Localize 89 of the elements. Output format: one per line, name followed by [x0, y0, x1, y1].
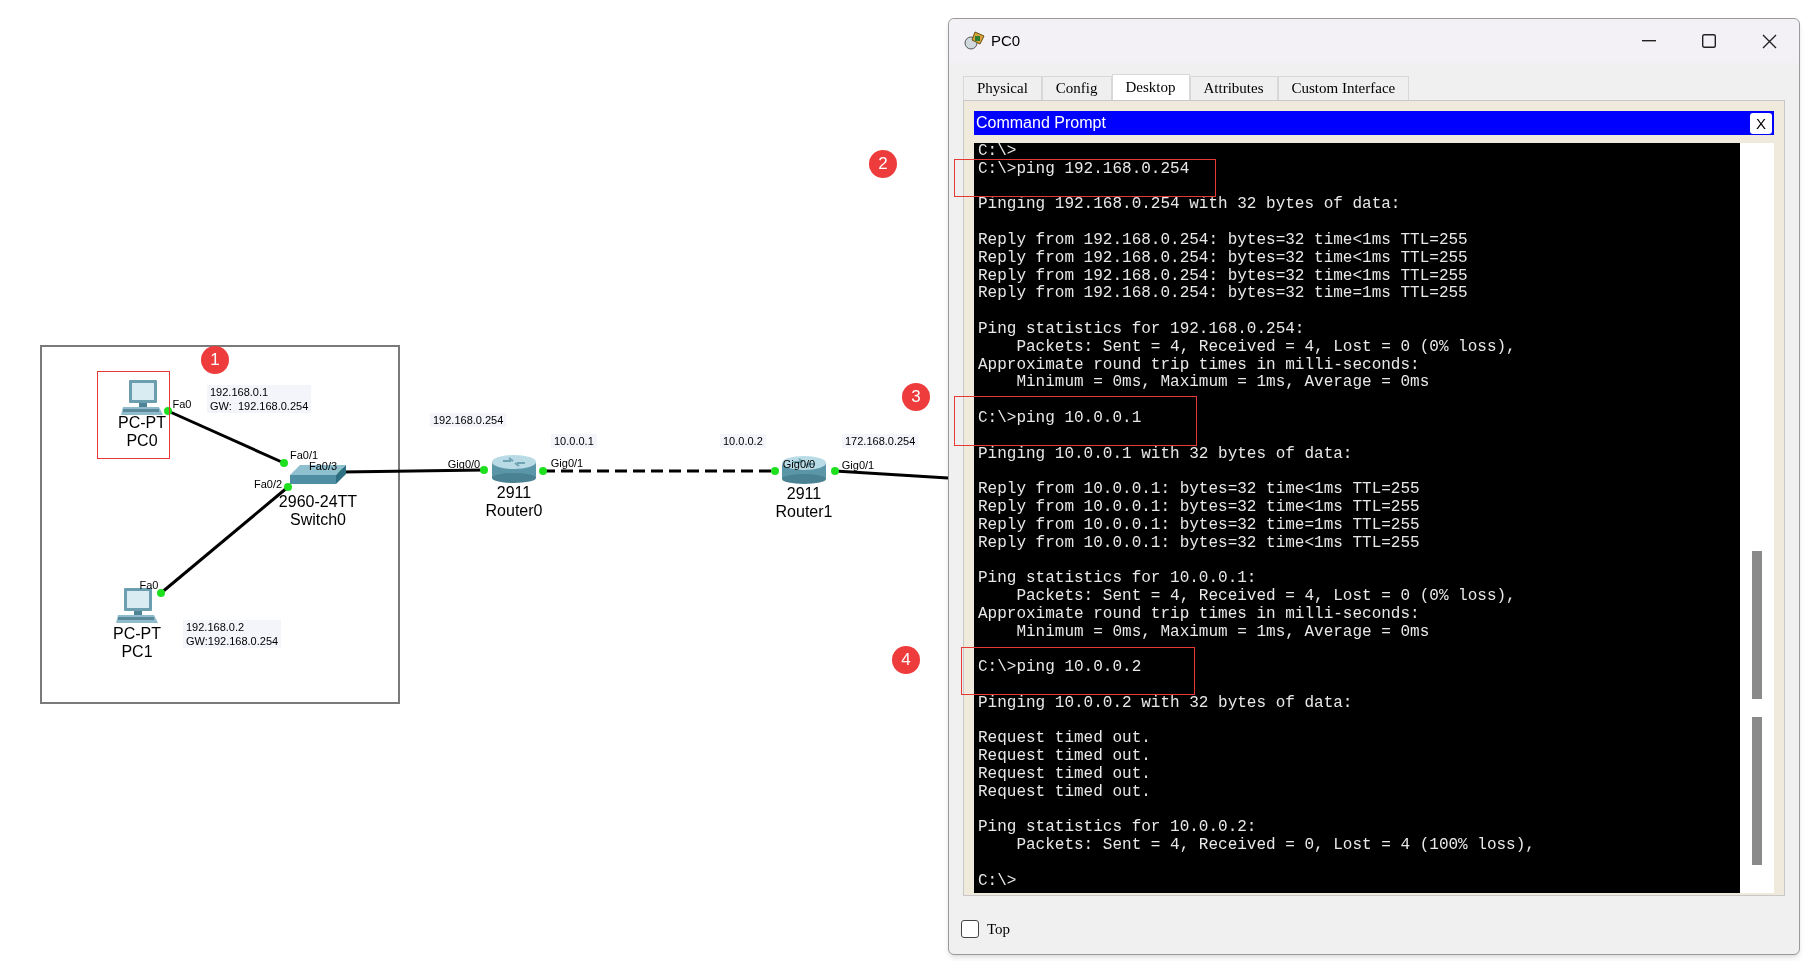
switch-icon[interactable]: [290, 463, 346, 485]
port-label: Fa0/1: [289, 449, 319, 461]
device-name: Router1: [775, 503, 833, 521]
device-model: 2911: [496, 484, 532, 502]
terminal-line: Packets: Sent = 4, Received = 4, Lost = 0 (0% loss),: [1015, 587, 1516, 606]
port-label: Gig0/0: [782, 458, 816, 470]
terminal-line: Reply from 10.0.0.1: bytes=32 time<1ms TTL=255: [978, 481, 1420, 499]
device-name: PC1: [121, 643, 153, 661]
terminal-line: Minimum = 0ms, Maximum = 1ms, Average = 0ms: [1015, 374, 1430, 393]
tab[interactable]: Physical: [963, 76, 1042, 100]
device-model: 2911: [786, 485, 822, 503]
link-light-icon: [157, 589, 165, 597]
device-name: Router0: [485, 502, 543, 520]
port-label: Fa0: [139, 579, 159, 591]
computer-icon[interactable]: [116, 587, 158, 625]
terminal-line: Pinging 10.0.0.2 with 32 bytes of data:: [978, 694, 1353, 713]
tab[interactable]: Custom Interface: [1277, 76, 1410, 100]
terminal-line: Request timed out.: [978, 765, 1151, 784]
port-label: Gig0/1: [841, 459, 875, 471]
terminal-line: Reply from 10.0.0.1: bytes=32 time=1ms TTL=255: [978, 516, 1420, 535]
address-text: 172.168.0.254: [845, 434, 916, 448]
terminal-line: Reply from 192.168.0.254: bytes=32 time=1ms TTL=255: [978, 285, 1468, 304]
tab[interactable]: Config: [1041, 76, 1112, 100]
terminal-line: Approximate round trip times in milli-seconds:: [978, 356, 1420, 374]
address-text: 192.168.0.2: [186, 620, 246, 634]
device-model: PC-PT: [118, 414, 166, 432]
device-model: 2960-24TT: [278, 493, 358, 511]
address-text: 10.0.0.2: [723, 434, 763, 448]
port-label: Gig0/0: [447, 458, 481, 470]
step-marker: 4: [892, 646, 920, 674]
terminal-line: C:\>: [978, 872, 1017, 891]
address-text: GW:192.168.0.254: [186, 634, 279, 648]
address-text: 192.168.0.1: [210, 385, 270, 399]
terminal-line: Reply from 192.168.0.254: bytes=32 time<1ms TTL=255: [978, 267, 1468, 285]
terminal-line: C:\>ping 192.168.0.254: [978, 160, 1190, 179]
device-model: PC-PT: [113, 625, 161, 643]
terminal-line: Reply from 192.168.0.254: bytes=32 time<1ms TTL=255: [978, 249, 1468, 268]
computer-icon[interactable]: [121, 379, 163, 417]
terminal-line: Ping statistics for 10.0.0.1:: [978, 570, 1257, 588]
checkbox[interactable]: [961, 920, 979, 939]
checkbox-label: Top: [987, 920, 1011, 939]
link-light-icon: [480, 466, 488, 474]
terminal-line: Approximate round trip times in milli-seconds:: [978, 605, 1420, 624]
terminal-line: Packets: Sent = 4, Received = 0, Lost = 4 (100% loss),: [1015, 837, 1535, 855]
link-light-icon: [284, 483, 292, 491]
port-label: Fa0: [172, 398, 192, 410]
port-label: Fa0/3: [308, 460, 338, 472]
router-icon[interactable]: [781, 454, 827, 484]
step-marker: 1: [201, 346, 229, 374]
terminal-line: Request timed out.: [978, 783, 1151, 802]
port-label: Fa0/2: [253, 478, 283, 490]
terminal-line: C:\>ping 10.0.0.2: [978, 659, 1142, 677]
tab[interactable]: Desktop: [1111, 74, 1190, 100]
terminal-line: Ping statistics for 10.0.0.2:: [978, 819, 1257, 837]
terminal-line: Packets: Sent = 4, Received = 4, Lost = 0 (0% loss),: [1015, 338, 1516, 357]
tab[interactable]: Attributes: [1189, 76, 1278, 100]
link-light-icon: [771, 467, 779, 475]
maximize-icon: [1702, 34, 1716, 48]
close-icon: [1761, 33, 1777, 49]
terminal-line: Request timed out.: [978, 748, 1151, 766]
device-name: Switch0: [290, 511, 346, 529]
step-marker: 3: [902, 383, 930, 411]
terminal-line: C:\>: [978, 143, 1017, 161]
minimize-icon: [1642, 40, 1656, 42]
terminal-line: Reply from 10.0.0.1: bytes=32 time<1ms TTL=255: [978, 534, 1420, 553]
link-light-icon: [164, 407, 172, 415]
terminal-line: Request timed out.: [978, 730, 1151, 748]
terminal-line: C:\>ping 10.0.0.1: [978, 409, 1142, 428]
app-title: Command Prompt: [976, 113, 1106, 133]
terminal-line: Reply from 192.168.0.254: bytes=32 time<1ms TTL=255: [978, 232, 1468, 250]
port-label: Gig0/1: [550, 457, 584, 469]
address-text: 10.0.0.1: [554, 434, 594, 448]
window-title: PC0: [991, 30, 1021, 51]
device-name: PC0: [126, 432, 158, 450]
link-light-icon: [831, 467, 839, 475]
app-close-button[interactable]: X: [1750, 112, 1772, 134]
terminal-line: Ping statistics for 192.168.0.254:: [978, 320, 1305, 339]
link-light-icon: [280, 459, 288, 467]
scrollbar-thumb[interactable]: [1752, 551, 1762, 699]
terminal-line: Pinging 192.168.0.254 with 32 bytes of data:: [978, 196, 1401, 215]
terminal-line: Reply from 10.0.0.1: bytes=32 time<1ms TTL=255: [978, 498, 1420, 517]
terminal-line: Minimum = 0ms, Maximum = 1ms, Average = 0ms: [1015, 623, 1430, 642]
scrollbar-thumb[interactable]: [1752, 717, 1762, 865]
address-text: 192.168.0.254: [433, 413, 504, 427]
app-icon: [963, 30, 985, 52]
terminal-line: Pinging 10.0.0.1 with 32 bytes of data:: [978, 445, 1353, 464]
address-text: GW: 192.168.0.254: [210, 399, 309, 413]
step-marker: 2: [869, 150, 897, 178]
link-light-icon: [539, 467, 547, 475]
